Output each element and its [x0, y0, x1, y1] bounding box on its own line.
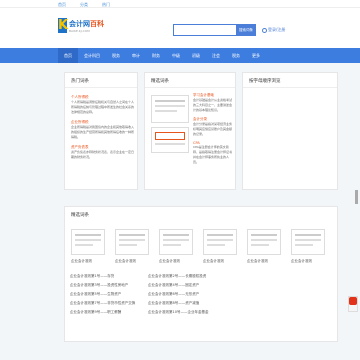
list-item[interactable]: CPA CPA是注册会计师的英文简称，是指取得注册会计师证书并在会计师事务所执业的…: [193, 141, 233, 165]
list-item[interactable]: 学习会计基础 会计基础是会计从业资格考试的三大科目之一，主要讲述会计的基本理论知识…: [193, 93, 233, 113]
entry-thumbnail[interactable]: [203, 229, 237, 255]
search-input[interactable]: [173, 24, 237, 36]
list-item[interactable]: 会计分录 会计分录是指对某项经济业务标明其应借应贷账户及其金额的记录。: [193, 117, 233, 137]
thumbnail-label[interactable]: 企业会计准则: [203, 259, 243, 264]
nav-item[interactable]: 税务: [226, 48, 246, 63]
item-text: 会计分录是指对某项经济业务标明其应借应贷账户及其金额的记录。: [193, 122, 233, 136]
list-item[interactable]: 资产负债表 资产负债表亦称财务状况表，表示企业在一定日期的财务状况。: [71, 145, 135, 160]
entry-thumbnail[interactable]: [291, 229, 325, 255]
list-item[interactable]: 企业会计准则第1号——存货: [70, 274, 114, 279]
entry-thumbnail[interactable]: [247, 229, 281, 255]
nav-item[interactable]: 审计: [126, 48, 146, 63]
panel-title: 精选词条: [151, 79, 169, 84]
header: K 会计网百科 BAIKE.KJ.COM 搜索词条 登录/注册: [0, 8, 360, 48]
nav-item[interactable]: 会计科目: [78, 48, 106, 63]
entry-thumbnail[interactable]: [71, 229, 105, 255]
entry-thumbnail[interactable]: [159, 229, 193, 255]
item-text: 企业所得税是对我国境内的企业和其他取得收入的组织的生产经营所得和其他所得征收的一…: [71, 125, 135, 139]
scrollbar-thumb[interactable]: [355, 190, 358, 204]
item-text: 个人所得税是调整征税机关与自然人之间在个人所得税的征纳与管理过程中所发生的社会关…: [71, 100, 135, 114]
thumbnail-label[interactable]: 企业会计准则: [291, 259, 331, 264]
nav-item[interactable]: 首页: [58, 48, 78, 63]
item-text: 资产负债表亦称财务状况表，表示企业在一定日期的财务状况。: [71, 150, 135, 159]
main-nav: 首页 会计科目 税务 审计 财务 中级 初级 注会 税务 更多: [0, 48, 360, 63]
list-item[interactable]: 企业会计准则第9号——职工薪酬: [70, 310, 121, 315]
panel-title: 按字母顺序浏览: [249, 79, 281, 84]
logo-subtitle: BAIKE.KJ.COM: [69, 29, 90, 33]
top-bar: 首页 分类 热门: [0, 0, 360, 8]
entry-thumbnail[interactable]: [151, 95, 189, 123]
gift-icon[interactable]: [349, 297, 357, 305]
list-item[interactable]: 企业会计准则第10号——企业年金基金: [148, 310, 208, 315]
nav-item[interactable]: 中级: [166, 48, 186, 63]
login-link[interactable]: 登录/注册: [262, 27, 285, 33]
hot-entries-panel: 热门词条 个人所得税 个人所得税是调整征税机关与自然人之间在个人所得税的征纳与管理…: [64, 72, 138, 190]
logo-mark-icon: K: [58, 18, 69, 33]
item-text: 会计基础是会计从业资格考试的三大科目之一，主要讲述会计的基本理论知识。: [193, 98, 233, 112]
logo-highlight: 百科: [90, 20, 104, 28]
login-label: 登录/注册: [268, 27, 286, 32]
entry-thumbnail[interactable]: [151, 127, 189, 153]
thumbnail-label[interactable]: 企业会计准则: [247, 259, 287, 264]
nav-item[interactable]: 注会: [206, 48, 226, 63]
list-item[interactable]: 企业所得税 企业所得税是对我国境内的企业和其他取得收入的组织的生产经营所得和其他所…: [71, 120, 135, 140]
panel-title: 热门词条: [71, 79, 89, 84]
list-item[interactable]: 企业会计准则第6号——无形资产: [148, 292, 199, 297]
user-icon: [262, 27, 267, 33]
list-item[interactable]: 企业会计准则第7号——非货币性资产交换: [70, 301, 135, 306]
item-text: CPA是注册会计师的英文简称，是指取得注册会计师证书并在会计师事务所执业的人员。: [193, 145, 233, 164]
logo-main: 会计网: [69, 20, 90, 28]
list-item[interactable]: 企业会计准则第2号——长期股权投资: [148, 274, 206, 279]
nav-item[interactable]: 财务: [146, 48, 166, 63]
thumbnail-label[interactable]: 企业会计准则: [159, 259, 199, 264]
alphabet-browse-panel: 按字母顺序浏览: [242, 72, 338, 190]
entry-thumbnail[interactable]: [115, 229, 149, 255]
nav-item[interactable]: 税务: [106, 48, 126, 63]
thumbnail-label[interactable]: 企业会计准则: [71, 259, 111, 264]
search-button[interactable]: 搜索词条: [236, 24, 256, 36]
featured-entries-panel: 精选词条 学习会计基础 会计基础是会计从业资格考试的三大科目之一，主要讲述会计的基…: [144, 72, 236, 190]
thumbnail-label[interactable]: 企业会计准则: [115, 259, 155, 264]
panel-title: 精选词条: [71, 213, 89, 218]
list-item[interactable]: 企业会计准则第5号——生物资产: [70, 292, 121, 297]
site-logo[interactable]: K 会计网百科 BAIKE.KJ.COM: [58, 18, 108, 38]
list-item[interactable]: 企业会计准则第8号——资产减值: [148, 301, 199, 306]
nav-item[interactable]: 更多: [246, 48, 266, 63]
list-item[interactable]: 企业会计准则第4号——固定资产: [148, 283, 199, 288]
nav-item[interactable]: 初级: [186, 48, 206, 63]
list-item[interactable]: 企业会计准则第3号——投资性房地产: [70, 283, 128, 288]
list-item[interactable]: 个人所得税 个人所得税是调整征税机关与自然人之间在个人所得税的征纳与管理过程中所发…: [71, 95, 135, 115]
